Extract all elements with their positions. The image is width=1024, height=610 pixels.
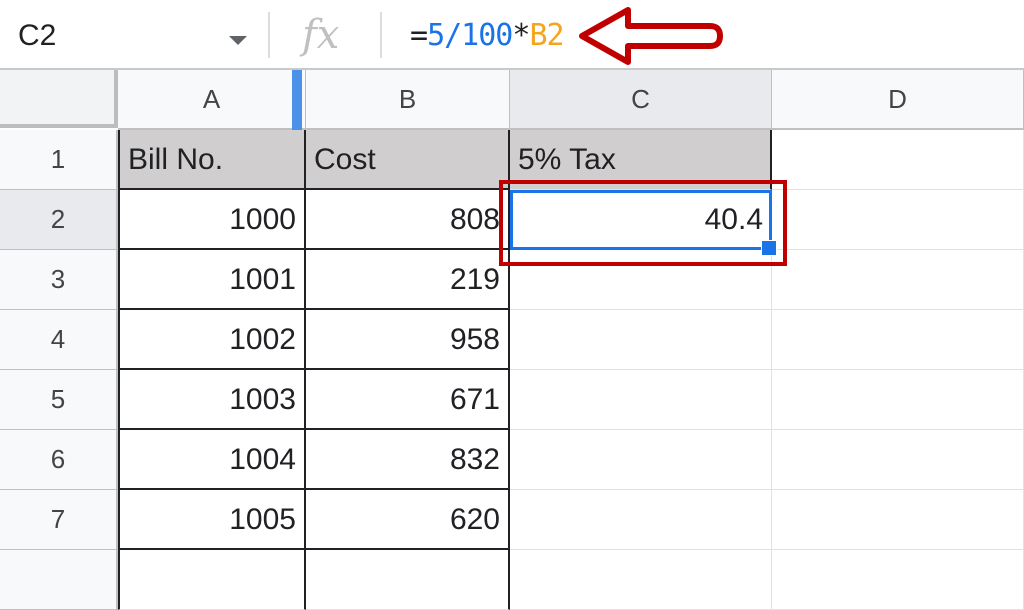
cell-d3[interactable] bbox=[772, 250, 1024, 310]
row-header-5[interactable]: 5 bbox=[0, 370, 118, 430]
cell-c5[interactable] bbox=[510, 370, 772, 430]
formula-equals: = bbox=[410, 18, 428, 53]
cell-d6[interactable] bbox=[772, 430, 1024, 490]
cell-d7[interactable] bbox=[772, 490, 1024, 550]
cell-b3[interactable]: 219 bbox=[306, 250, 510, 310]
fill-handle[interactable] bbox=[761, 240, 777, 256]
cell-a7[interactable]: 1005 bbox=[118, 490, 306, 550]
row-header-1[interactable]: 1 bbox=[0, 130, 118, 190]
chevron-down-icon[interactable] bbox=[229, 36, 247, 45]
fx-icon: fx bbox=[302, 12, 340, 58]
cell-b5[interactable]: 671 bbox=[306, 370, 510, 430]
cell-a5[interactable]: 1003 bbox=[118, 370, 306, 430]
cell-b6[interactable]: 832 bbox=[306, 430, 510, 490]
cell-a4[interactable]: 1002 bbox=[118, 310, 306, 370]
divider bbox=[268, 12, 270, 58]
name-box[interactable]: C2 bbox=[18, 16, 56, 56]
select-all-corner[interactable] bbox=[0, 70, 118, 128]
formula-bar: C2 fx =5/100*B2 bbox=[0, 0, 1024, 70]
frozen-column-handle[interactable] bbox=[292, 70, 302, 130]
cell-d8[interactable] bbox=[772, 550, 1024, 610]
cell-b7[interactable]: 620 bbox=[306, 490, 510, 550]
cell-a1[interactable]: Bill No. bbox=[118, 130, 306, 190]
spreadsheet-grid: A B C D 1 2 3 4 5 6 7 Bill No. Cost 5% T… bbox=[0, 70, 1024, 610]
column-header-b[interactable]: B bbox=[306, 70, 510, 130]
cell-a3[interactable]: 1001 bbox=[118, 250, 306, 310]
cell-c8[interactable] bbox=[510, 550, 772, 610]
column-header-d[interactable]: D bbox=[772, 70, 1024, 130]
divider bbox=[380, 12, 382, 58]
row-header-3[interactable]: 3 bbox=[0, 250, 118, 310]
cell-a2[interactable]: 1000 bbox=[118, 190, 306, 250]
cell-d5[interactable] bbox=[772, 370, 1024, 430]
cell-a8[interactable] bbox=[118, 550, 306, 610]
cell-c6[interactable] bbox=[510, 430, 772, 490]
cell-d1[interactable] bbox=[772, 130, 1024, 190]
row-header-4[interactable]: 4 bbox=[0, 310, 118, 370]
row-header-8[interactable] bbox=[0, 550, 118, 610]
row-header-7[interactable]: 7 bbox=[0, 490, 118, 550]
cell-d4[interactable] bbox=[772, 310, 1024, 370]
column-header-c[interactable]: C bbox=[510, 70, 772, 130]
cell-c2[interactable]: 40.4 bbox=[510, 190, 772, 250]
cell-c1[interactable]: 5% Tax bbox=[510, 130, 772, 190]
cell-d2[interactable] bbox=[772, 190, 1024, 250]
formula-constant: 5/100 bbox=[427, 18, 513, 53]
arrow-left-icon bbox=[579, 7, 723, 65]
formula-reference: B2 bbox=[529, 18, 564, 53]
row-header-6[interactable]: 6 bbox=[0, 430, 118, 490]
cell-a6[interactable]: 1004 bbox=[118, 430, 306, 490]
column-header-a[interactable]: A bbox=[118, 70, 306, 130]
cell-b1[interactable]: Cost bbox=[306, 130, 510, 190]
formula-input[interactable]: =5/100*B2 bbox=[410, 16, 565, 56]
cell-c3[interactable] bbox=[510, 250, 772, 310]
formula-operator: * bbox=[512, 18, 530, 53]
cell-b8[interactable] bbox=[306, 550, 510, 610]
cell-b4[interactable]: 958 bbox=[306, 310, 510, 370]
cell-c7[interactable] bbox=[510, 490, 772, 550]
cell-c4[interactable] bbox=[510, 310, 772, 370]
row-header-2[interactable]: 2 bbox=[0, 190, 118, 250]
cell-b2[interactable]: 808 bbox=[306, 190, 510, 250]
